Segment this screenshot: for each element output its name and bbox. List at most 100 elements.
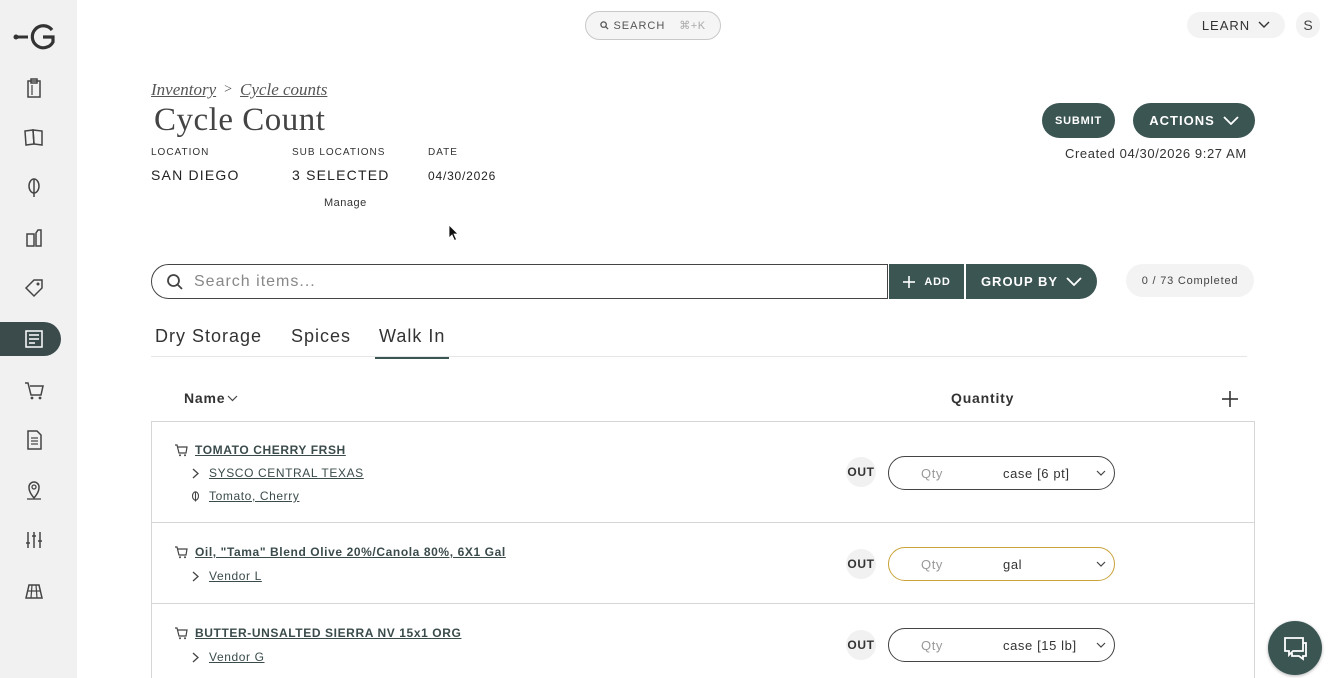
produce-icon [27,178,40,197]
row-divider [151,603,1255,604]
plus-icon [903,275,916,288]
chevron-down-icon [1223,116,1239,125]
name-header-label: Name [184,390,226,406]
location-pin-icon [26,481,41,500]
reports-icon [24,584,43,599]
learn-dropdown[interactable]: LEARN [1187,12,1285,38]
clipboard-icon [26,78,41,98]
search-icon [600,21,609,30]
tab-walk-in[interactable]: Walk In [375,326,450,359]
add-item-button[interactable]: ADD [889,264,964,299]
cans-icon [25,229,42,247]
date-label: DATE [428,147,458,158]
cart-icon [175,546,188,559]
book-icon [23,129,43,146]
chevron-right-icon[interactable] [190,652,201,663]
ingredient-row: Tomato, Cherry [190,489,299,503]
submit-button[interactable]: SUBMIT [1042,103,1115,138]
learn-label: LEARN [1201,17,1251,33]
support-chat-button[interactable] [1268,621,1322,675]
row-divider [151,522,1255,523]
breadcrumb-separator: > [224,82,233,97]
sublocations-value: 3 SELECTED [292,167,390,183]
status-badge: OUT [846,457,876,487]
tabs-divider [151,356,1247,357]
breadcrumb: Inventory > Cycle counts [151,80,327,100]
nav-reports[interactable] [0,574,61,608]
actions-label: ACTIONS [1149,113,1215,128]
qty-placeholder: Qty [921,465,944,481]
cycle-count-icon [24,330,43,348]
chevron-down-icon [1096,642,1106,648]
page-title: Cycle Count [154,102,326,138]
sort-chevron-icon [227,395,238,401]
sliders-icon [25,532,42,548]
cart-icon [175,444,188,457]
ingredient-link[interactable]: Tomato, Cherry [209,489,299,503]
chat-icon [1284,637,1307,661]
vendor-link[interactable]: Vendor L [209,569,262,583]
chevron-down-icon [1096,470,1106,476]
location-value: SAN DIEGO [151,167,240,183]
global-search-button[interactable]: SEARCH ⌘+K [585,11,721,40]
nav-recipes[interactable] [0,120,61,154]
quantity-column-header: Quantity [951,390,1015,406]
nav-locations[interactable] [0,473,61,507]
quantity-input[interactable]: Qty case [15 lb] [888,628,1115,662]
chevron-right-icon[interactable] [190,571,201,582]
actions-dropdown-button[interactable]: ACTIONS [1133,103,1255,138]
status-badge: OUT [846,630,876,660]
nav-cycle-count[interactable] [0,322,61,356]
qty-placeholder: Qty [921,637,944,653]
breadcrumb-inventory-link[interactable]: Inventory [151,80,216,100]
chevron-down-icon [1066,277,1082,286]
nav-tags[interactable] [0,271,61,305]
nav-produce[interactable] [0,170,61,204]
nav-goods[interactable] [0,221,61,255]
item-name-link[interactable]: BUTTER-UNSALTED SIERRA NV 15x1 ORG [195,626,461,640]
mouse-cursor-icon [448,224,459,242]
chevron-down-icon [1096,561,1106,567]
created-timestamp: Created 04/30/2026 9:27 AM [1065,146,1247,161]
location-label: LOCATION [151,147,210,158]
chevron-right-icon[interactable] [190,468,201,479]
quantity-input[interactable]: Qty case [6 pt] [888,456,1115,490]
add-column-icon[interactable] [1221,390,1239,408]
item-name-link[interactable]: TOMATO CHERRY FRSH [195,443,346,457]
quantity-input[interactable]: Qty gal [888,547,1115,581]
manage-sublocations-link[interactable]: Manage [324,197,367,209]
item-name-link[interactable]: Oil, "Tama" Blend Olive 20%/Canola 80%, … [195,545,506,559]
date-value: 04/30/2026 [428,169,497,183]
group-by-label: GROUP BY [980,274,1059,289]
tag-icon [24,279,43,298]
search-icon [167,273,183,290]
nav-settings[interactable] [0,523,61,557]
tab-spices[interactable]: Spices [291,326,351,347]
chevron-down-icon [1258,21,1270,28]
nav-orders[interactable] [0,373,61,407]
name-column-header[interactable]: Name [184,390,238,406]
cart-icon [175,627,188,640]
group-by-dropdown[interactable]: GROUP BY [966,264,1097,299]
sublocations-label: SUB LOCATIONS [292,147,386,158]
produce-icon [191,490,200,501]
vendor-link[interactable]: Vendor G [209,650,265,664]
completion-counter: 0 / 73 Completed [1126,264,1254,297]
vendor-row: SYSCO CENTRAL TEXAS [190,466,364,480]
vendor-link[interactable]: SYSCO CENTRAL TEXAS [209,466,364,480]
nav-invoices[interactable] [0,423,61,457]
cart-icon [24,382,44,400]
item-search-input[interactable] [194,272,844,291]
nav-clipboard[interactable] [0,71,61,105]
breadcrumb-cycle-counts-link[interactable]: Cycle counts [240,80,327,100]
tab-dry-storage[interactable]: Dry Storage [155,326,262,347]
vendor-row: Vendor G [190,650,265,664]
brand-logo[interactable] [12,22,58,52]
user-avatar[interactable]: S [1296,12,1320,38]
global-search-label: SEARCH [613,19,666,32]
item-search-field[interactable] [151,264,888,299]
add-label: ADD [924,275,951,288]
status-badge: OUT [846,549,876,579]
document-icon [26,430,42,450]
qty-placeholder: Qty [921,556,944,572]
